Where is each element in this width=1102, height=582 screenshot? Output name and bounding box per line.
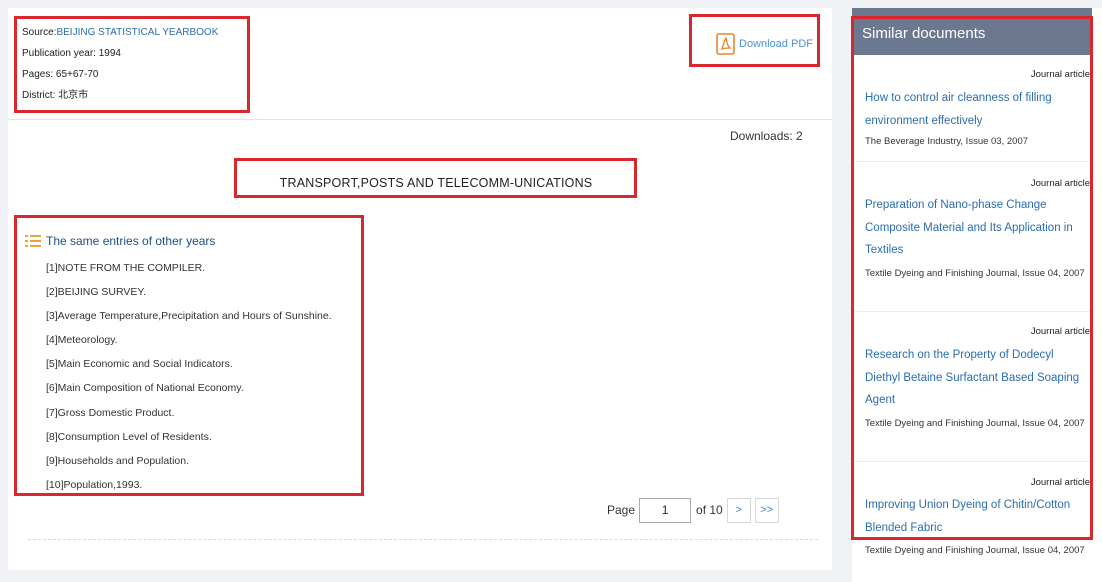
highlight-box-metadata <box>14 16 250 113</box>
downloads-count: Downloads: 2 <box>730 129 803 143</box>
highlight-box-similar <box>851 16 1093 540</box>
highlight-box-entries <box>14 215 364 496</box>
highlight-box-download <box>689 14 820 67</box>
page-total: of 10 <box>696 503 723 517</box>
next-page-button[interactable]: > <box>726 497 751 523</box>
page-number-input[interactable] <box>639 497 692 523</box>
pagination: Page of 10 > >> <box>607 497 779 523</box>
header-divider <box>8 119 832 120</box>
last-page-button[interactable]: >> <box>754 497 779 523</box>
bottom-divider <box>28 539 818 540</box>
page-label: Page <box>607 503 636 517</box>
highlight-box-title <box>234 158 637 198</box>
doc-source: Textile Dyeing and Finishing Journal, Is… <box>865 545 1085 556</box>
